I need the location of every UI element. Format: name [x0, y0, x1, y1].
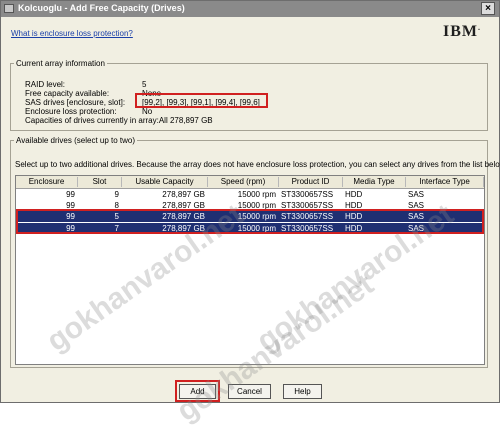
enclosure-loss-label: Enclosure loss protection: — [25, 107, 117, 116]
cell-product-id: ST3300657SS — [281, 190, 334, 199]
cell-speed: 15000 rpm — [237, 190, 276, 199]
column-header-capacity[interactable]: Usable Capacity — [122, 177, 208, 187]
enclosure-loss-value: No — [142, 107, 153, 116]
cell-enclosure: 99 — [66, 190, 75, 199]
capacities-value: All 278,897 GB — [158, 116, 213, 125]
column-header-enclosure[interactable]: Enclosure — [16, 177, 78, 187]
column-header-slot[interactable]: Slot — [78, 177, 122, 187]
enclosure-loss-row: Enclosure loss protection: No — [25, 107, 152, 116]
close-icon: × — [485, 3, 491, 14]
available-drives-legend: Available drives (select up to two) — [16, 136, 136, 145]
app-icon — [4, 4, 14, 13]
raid-level-value: 5 — [142, 80, 147, 89]
capacities-label: Capacities of drives currently in array: — [25, 116, 159, 125]
cell-media-type: HDD — [345, 190, 363, 199]
table-header: Enclosure Slot Usable Capacity Speed (rp… — [16, 176, 484, 189]
column-header-interface-type[interactable]: Interface Type — [406, 177, 484, 187]
ibm-logo: IBM. — [443, 23, 481, 40]
selected-rows-highlight-box — [16, 209, 484, 234]
sas-drives-label: SAS drives [enclosure, slot]: — [25, 98, 126, 107]
drives-table[interactable]: Enclosure Slot Usable Capacity Speed (rp… — [15, 175, 485, 365]
help-button[interactable]: Help — [283, 384, 322, 399]
title-bar[interactable]: Kolcuoglu - Add Free Capacity (Drives) × — [1, 1, 499, 17]
cell-capacity: 278,897 GB — [162, 190, 205, 199]
enclosure-loss-help-link[interactable]: What is enclosure loss protection? — [11, 29, 133, 38]
available-drives-description: Select up to two additional drives. Beca… — [15, 160, 500, 169]
column-header-media-type[interactable]: Media Type — [343, 177, 406, 187]
column-header-product-id[interactable]: Product ID — [279, 177, 343, 187]
free-capacity-label: Free capacity available: — [25, 89, 110, 98]
raid-level-label: RAID level: — [25, 80, 66, 89]
window-title: Kolcuoglu - Add Free Capacity (Drives) — [18, 3, 185, 13]
table-row[interactable]: 99 9 278,897 GB 15000 rpm ST3300657SS HD… — [16, 189, 484, 200]
dialog-window: Kolcuoglu - Add Free Capacity (Drives) ×… — [0, 0, 500, 428]
current-array-legend: Current array information — [16, 59, 105, 68]
sas-drives-highlight-box — [135, 93, 268, 108]
add-button-highlight-box — [175, 380, 220, 402]
cell-interface-type: SAS — [408, 190, 425, 199]
raid-level-row: RAID level: 5 — [25, 80, 146, 89]
capacities-row: Capacities of drives currently in array:… — [25, 116, 213, 125]
close-button[interactable]: × — [481, 2, 495, 15]
cancel-button[interactable]: Cancel — [228, 384, 271, 399]
column-header-speed[interactable]: Speed (rpm) — [208, 177, 279, 187]
cell-slot: 9 — [114, 190, 119, 199]
